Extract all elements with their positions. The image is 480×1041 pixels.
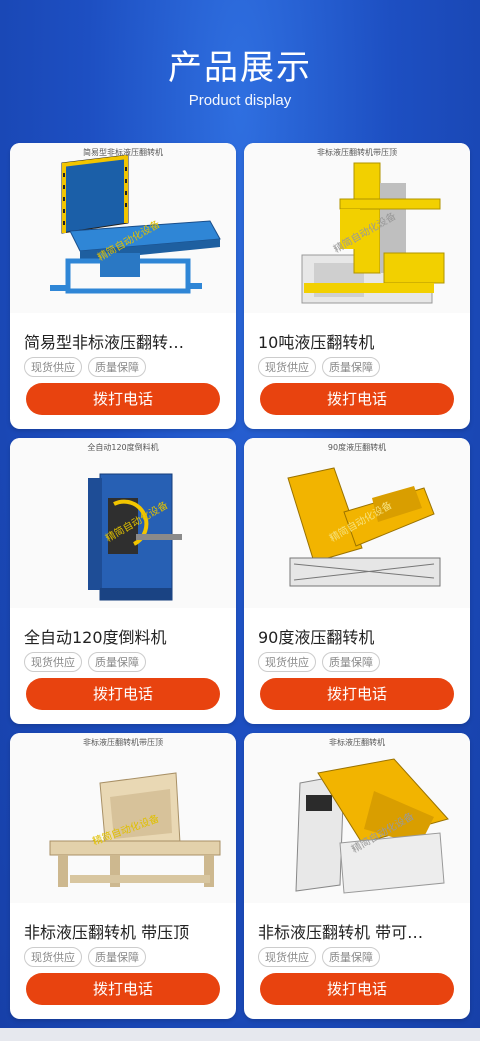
tag-quality: 质量保障 (88, 947, 146, 967)
tag-quality: 质量保障 (88, 357, 146, 377)
product-image[interactable]: 全自动120度倒料机 精简自动化设备 (10, 438, 236, 608)
product-image[interactable]: 简易型非标液压翻转机 精简自动化设备 (10, 143, 236, 313)
call-button[interactable]: 拨打电话 (260, 383, 454, 415)
product-tags: 现货供应 质量保障 (24, 947, 146, 967)
tilter-illustration: 精简自动化设备 (301, 162, 445, 304)
tilter-illustration: 精简自动化设备 (49, 772, 221, 887)
page-title: 产品展示 (168, 48, 312, 88)
image-caption: 非标液压翻转机带压顶 (83, 738, 163, 747)
tag-in-stock: 现货供应 (24, 652, 82, 672)
product-tags: 现货供应 质量保障 (258, 652, 380, 672)
product-tags: 现货供应 质量保障 (24, 357, 146, 377)
dumper-illustration: 精简自动化设备 (88, 473, 182, 601)
tilter-illustration: 精简自动化设备 (50, 154, 221, 294)
image-caption: 非标液压翻转机带压顶 (317, 148, 397, 157)
tag-quality: 质量保障 (322, 357, 380, 377)
tag-quality: 质量保障 (322, 947, 380, 967)
product-tags: 现货供应 质量保障 (24, 652, 146, 672)
product-tags: 现货供应 质量保障 (258, 947, 380, 967)
bottom-divider (0, 1028, 480, 1041)
image-caption: 非标液压翻转机 (329, 738, 385, 747)
product-card[interactable]: 简易型非标液压翻转机 精简自动化设备 简易型非标液压翻转… 现货供应 质量保障 … (10, 143, 236, 429)
tag-in-stock: 现货供应 (24, 357, 82, 377)
tag-quality: 质量保障 (322, 652, 380, 672)
call-button[interactable]: 拨打电话 (26, 678, 220, 710)
product-image[interactable]: 非标液压翻转机 精简自动化设备 (244, 733, 470, 903)
tag-in-stock: 现货供应 (24, 947, 82, 967)
product-image[interactable]: 90度液压翻转机 精简自动化设备 (244, 438, 470, 608)
page-subtitle: Product display (188, 92, 292, 109)
tilter-illustration: 精简自动化设备 (295, 758, 449, 894)
product-card[interactable]: 非标液压翻转机带压顶 精简自动化设备 10吨液压翻转机 现货供应 质量保障 拨打… (244, 143, 470, 429)
product-image[interactable]: 非标液压翻转机带压顶 精简自动化设备 (244, 143, 470, 313)
product-card[interactable]: 90度液压翻转机 精简自动化设备 90度液压翻转机 现货供应 质量保障 拨打电话 (244, 438, 470, 724)
call-button[interactable]: 拨打电话 (26, 973, 220, 1005)
tag-in-stock: 现货供应 (258, 357, 316, 377)
product-card[interactable]: 全自动120度倒料机 精简自动化设备 全自动120度倒料机 现货供应 质量保障 … (10, 438, 236, 724)
call-button[interactable]: 拨打电话 (26, 383, 220, 415)
call-button[interactable]: 拨打电话 (260, 678, 454, 710)
product-card[interactable]: 非标液压翻转机 精简自动化设备 非标液压翻转机 带可… 现货供应 质量保障 拨打… (244, 733, 470, 1019)
product-name[interactable]: 10吨液压翻转机 (258, 329, 458, 353)
tag-in-stock: 现货供应 (258, 652, 316, 672)
call-button[interactable]: 拨打电话 (260, 973, 454, 1005)
product-tags: 现货供应 质量保障 (258, 357, 380, 377)
product-name[interactable]: 简易型非标液压翻转… (24, 329, 224, 353)
tag-quality: 质量保障 (88, 652, 146, 672)
product-name[interactable]: 非标液压翻转机 带压顶 (24, 919, 224, 943)
product-name[interactable]: 全自动120度倒料机 (24, 624, 224, 648)
image-caption: 90度液压翻转机 (327, 443, 387, 452)
tilter-illustration: 精简自动化设备 (287, 467, 441, 587)
tag-in-stock: 现货供应 (258, 947, 316, 967)
image-caption: 全自动120度倒料机 (87, 443, 159, 452)
product-name[interactable]: 90度液压翻转机 (258, 624, 458, 648)
product-image[interactable]: 非标液压翻转机带压顶 精简自动化设备 (10, 733, 236, 903)
image-caption: 简易型非标液压翻转机 (83, 148, 163, 157)
product-card[interactable]: 非标液压翻转机带压顶 精简自动化设备 非标液压翻转机 带压顶 现货供应 质量保障… (10, 733, 236, 1019)
section-header: 产品展示 Product display (0, 0, 480, 140)
product-name[interactable]: 非标液压翻转机 带可… (258, 919, 458, 943)
